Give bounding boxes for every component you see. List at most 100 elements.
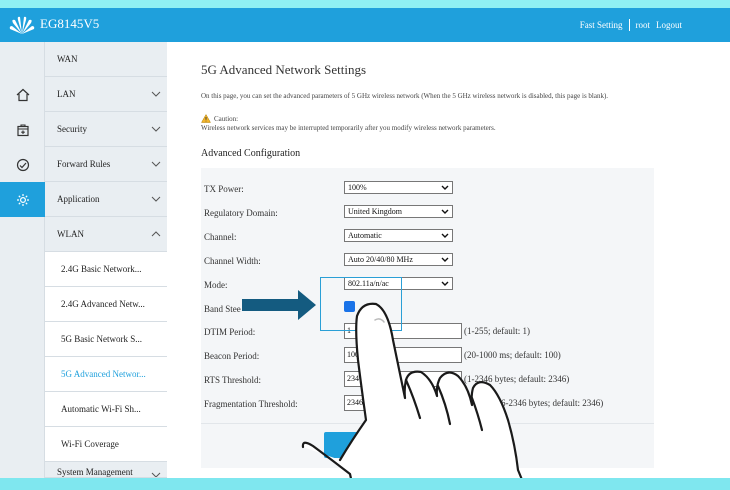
beacon-row: Beacon Period: 100 (20-1000 ms; default:… <box>204 347 654 371</box>
header-bar: EG8145V5 Fast Setting root Logout <box>0 8 730 42</box>
apply-button-label: Ap <box>348 440 359 450</box>
regulatory-domain-select[interactable]: United Kingdom <box>344 205 453 218</box>
mode-row: Mode: 802.11a/n/ac <box>204 276 654 300</box>
home-icon <box>16 88 29 101</box>
forward-nav[interactable] <box>0 147 45 182</box>
sidebar-item-wan[interactable]: WAN <box>45 42 167 77</box>
channel-value: Automatic <box>348 231 382 240</box>
sidebar-item-lan[interactable]: LAN <box>45 77 167 112</box>
tx-power-row: TX Power: 100% <box>204 180 654 204</box>
submenu-item-label: 2.4G Basic Network... <box>61 264 142 274</box>
submenu-item-label: Wi-Fi Coverage <box>61 439 119 449</box>
chevron-down-icon <box>441 185 449 190</box>
regulatory-domain-row: Regulatory Domain: United Kingdom <box>204 204 654 228</box>
fast-setting-link[interactable]: Fast Setting <box>580 20 623 30</box>
sidebar-item-label: Forward Rules <box>57 159 111 169</box>
top-links: Fast Setting root Logout <box>580 19 682 31</box>
submenu-item-2g-advanced[interactable]: 2.4G Advanced Netw... <box>45 287 167 322</box>
chevron-down-icon <box>441 281 449 286</box>
right-margin <box>689 42 730 478</box>
warning-icon <box>201 114 211 123</box>
link-divider <box>628 19 630 31</box>
submenu-item-label: 5G Basic Network S... <box>61 334 142 344</box>
channel-select[interactable]: Automatic <box>344 229 453 242</box>
mode-label: Mode: <box>204 280 228 290</box>
caution-label: Caution: <box>201 114 238 123</box>
caution-text: Caution: <box>214 114 239 123</box>
rts-hint: (1-2346 bytes; default: 2346) <box>464 374 570 384</box>
logout-link[interactable]: Logout <box>656 20 682 30</box>
apply-bar: Ap <box>201 423 654 468</box>
device-model: EG8145V5 <box>40 16 100 31</box>
chevron-down-icon <box>441 257 449 262</box>
channel-width-row: Channel Width: Auto 20/40/80 MHz <box>204 252 654 276</box>
channel-row: Channel: Automatic <box>204 228 654 252</box>
page-title: 5G Advanced Network Settings <box>201 62 367 77</box>
sidebar-item-security[interactable]: Security <box>45 112 167 147</box>
page-description: On this page, you can set the advanced p… <box>201 92 609 100</box>
security-nav[interactable] <box>0 112 45 147</box>
sidebar-item-system-management[interactable]: System Management <box>45 462 167 478</box>
caution-note: Wireless network services may be interru… <box>201 124 496 132</box>
top-strip <box>0 0 730 8</box>
apply-button[interactable]: Ap <box>324 432 400 458</box>
channel-width-select[interactable]: Auto 20/40/80 MHz <box>344 253 453 266</box>
rts-label: RTS Threshold: <box>204 375 262 385</box>
fragmentation-hint: 256-2346 bytes; default: 2346) <box>492 398 604 408</box>
gear-icon <box>16 193 29 206</box>
submenu-item-label: 5G Advanced Networ... <box>61 369 146 379</box>
submenu-item-auto-wifi-share[interactable]: Automatic Wi-Fi Sh... <box>45 392 167 427</box>
sidebar-item-label: Application <box>57 194 100 204</box>
main-content: 5G Advanced Network Settings On this pag… <box>167 42 689 478</box>
beacon-input[interactable]: 100 <box>344 347 462 363</box>
chevron-down-icon <box>151 472 161 477</box>
dtim-row: DTIM Period: 1 (1-255; default: 1) <box>204 323 654 347</box>
sidebar-item-label: Security <box>57 124 87 134</box>
checkbox-highlight-box <box>320 277 402 331</box>
chevron-down-icon <box>151 91 161 97</box>
sidebar-item-label: LAN <box>57 89 76 99</box>
chevron-down-icon <box>441 209 449 214</box>
rts-input[interactable]: 2346 <box>344 371 462 387</box>
band-steering-row: Band Stee <box>204 300 654 324</box>
sidebar-item-label: System Management <box>57 467 133 477</box>
application-nav[interactable] <box>0 182 52 217</box>
chevron-down-icon <box>151 196 161 202</box>
icon-sidebar <box>0 42 52 478</box>
chevron-down-icon <box>151 126 161 132</box>
channel-width-value: Auto 20/40/80 MHz <box>348 255 413 264</box>
submenu-item-wifi-coverage[interactable]: Wi-Fi Coverage <box>45 427 167 462</box>
sidebar-item-forward-rules[interactable]: Forward Rules <box>45 147 167 182</box>
fragmentation-row: Fragmentation Threshold: 2346 256-2346 b… <box>204 395 654 419</box>
fragmentation-label: Fragmentation Threshold: <box>204 399 298 409</box>
dtim-hint: (1-255; default: 1) <box>464 326 530 336</box>
rts-row: RTS Threshold: 2346 (1-2346 bytes; defau… <box>204 371 654 395</box>
tx-power-value: 100% <box>348 183 367 192</box>
router-admin-page: EG8145V5 Fast Setting root Logout WAN LA… <box>0 0 730 490</box>
submenu-item-5g-basic[interactable]: 5G Basic Network S... <box>45 322 167 357</box>
chevron-down-icon <box>151 161 161 167</box>
chevron-up-icon <box>151 231 161 237</box>
huawei-logo-icon <box>9 16 35 34</box>
dtim-label: DTIM Period: <box>204 327 256 337</box>
channel-width-label: Channel Width: <box>204 256 261 266</box>
beacon-label: Beacon Period: <box>204 351 260 361</box>
user-link[interactable]: root <box>636 20 651 30</box>
security-icon <box>16 123 29 136</box>
home-nav[interactable] <box>0 77 45 112</box>
tx-power-select[interactable]: 100% <box>344 181 453 194</box>
bottom-strip <box>0 478 730 490</box>
submenu-item-label: Automatic Wi-Fi Sh... <box>61 404 141 414</box>
chevron-down-icon <box>441 233 449 238</box>
sidebar-item-application[interactable]: Application <box>45 182 167 217</box>
submenu-item-label: 2.4G Advanced Netw... <box>61 299 145 309</box>
channel-label: Channel: <box>204 232 237 242</box>
fragmentation-input[interactable]: 2346 <box>344 395 462 411</box>
submenu-item-5g-advanced[interactable]: 5G Advanced Networ... <box>45 357 167 392</box>
tx-power-label: TX Power: <box>204 184 244 194</box>
regulatory-domain-value: United Kingdom <box>348 207 402 216</box>
submenu-item-2g-basic[interactable]: 2.4G Basic Network... <box>45 252 167 287</box>
beacon-hint: (20-1000 ms; default: 100) <box>464 350 561 360</box>
sidebar-menu: WAN LAN Security Forward Rules Applicati… <box>45 42 167 478</box>
sidebar-item-wlan[interactable]: WLAN <box>45 217 167 252</box>
